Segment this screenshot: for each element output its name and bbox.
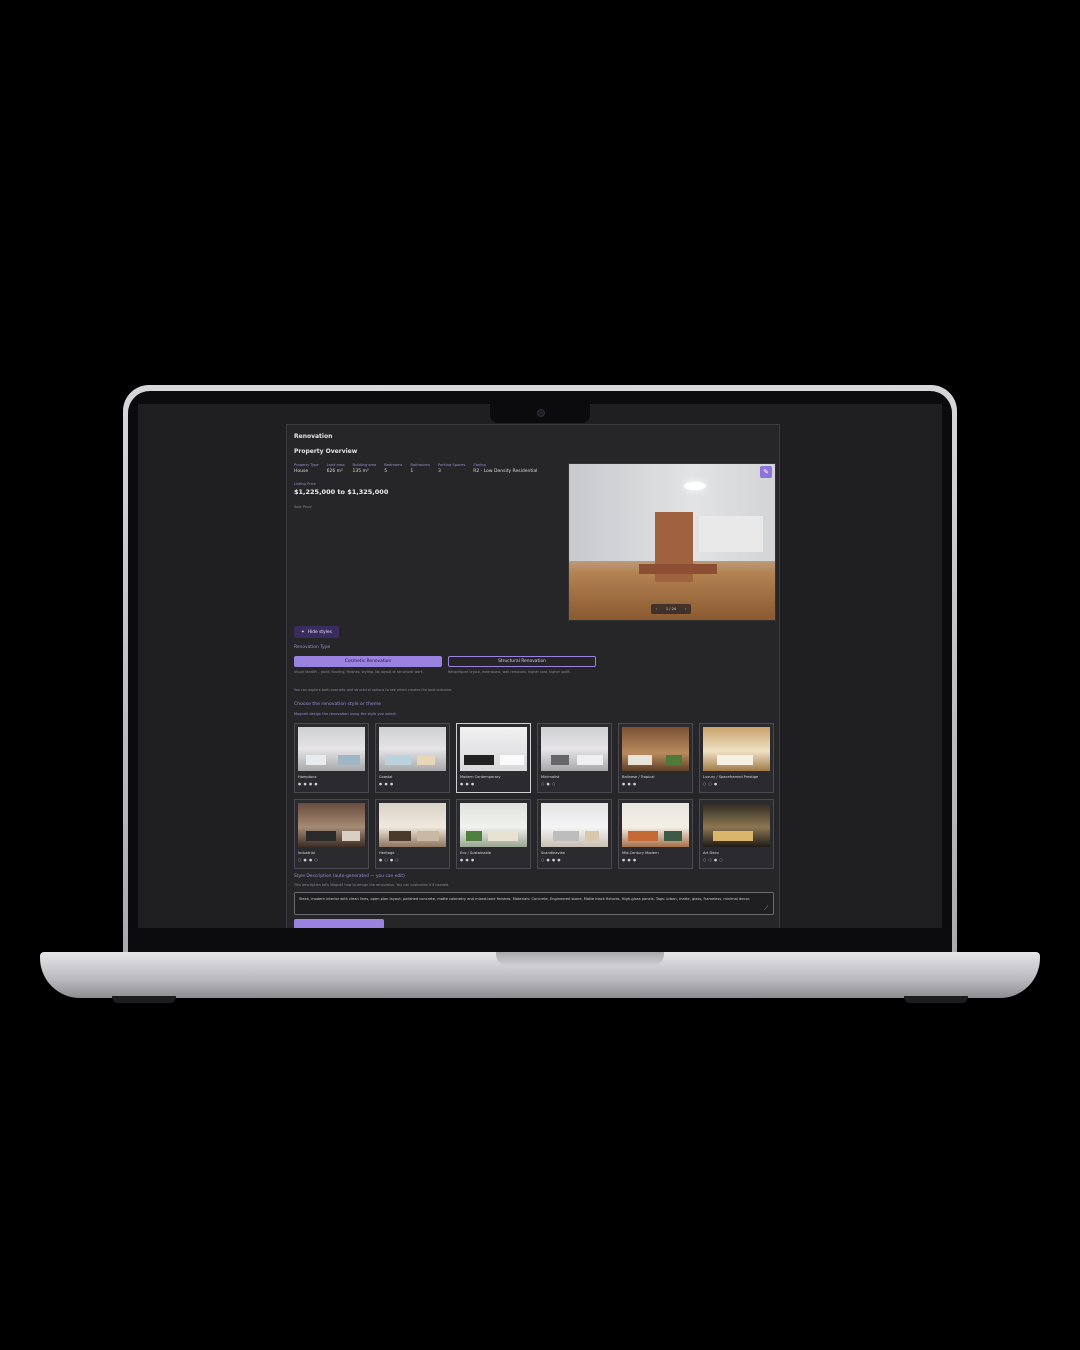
style-description-title: Style Description (auto-generated — you … xyxy=(294,874,405,879)
photo-pager[interactable]: ‹ 1 / 24 › xyxy=(651,604,691,614)
hide-styles-button[interactable]: ✦ Hide styles xyxy=(294,626,339,638)
structural-renovation-button[interactable]: Structural Renovation xyxy=(448,656,596,667)
style-card-scandinavian[interactable]: Scandinavian ○ ● ● ● xyxy=(537,799,612,869)
overview-title: Property Overview xyxy=(294,448,358,455)
style-thumbnail xyxy=(622,727,689,771)
laptop-chin xyxy=(128,928,952,953)
fact-bathrooms: Bathrooms 1 xyxy=(410,463,430,474)
style-card-heritage[interactable]: Heritage ● ○ ● ○ xyxy=(375,799,450,869)
choose-style-title: Choose the renovation style or theme xyxy=(294,702,382,707)
cosmetic-renovation-button[interactable]: Cosmetic Renovation xyxy=(294,656,442,667)
pager-count: 1 / 24 xyxy=(665,607,677,611)
structural-description: Reconfigure layout, extensions, wall rem… xyxy=(448,670,571,674)
style-description-subtitle: This description tells Magnell how to de… xyxy=(294,883,450,887)
style-card-balinese-tropical[interactable]: Balinese / Tropical ● ● ● xyxy=(618,723,693,793)
fact-parking: Parking Spaces 3 xyxy=(437,463,466,474)
laptop-foot-right xyxy=(904,996,968,1003)
style-thumbnail xyxy=(541,803,608,847)
style-thumbnail xyxy=(541,727,608,771)
sale-price-label: Sale Price xyxy=(294,505,312,509)
style-card-hamptons[interactable]: Hamptons ● ● ● ● xyxy=(294,723,369,793)
sparkle-icon: ✦ xyxy=(301,629,305,635)
renovation-panel: Renovation Property Overview Property Ty… xyxy=(286,424,780,928)
style-card-luxury-prestige[interactable]: Luxury / Spaceframed Prestige ○ ○ ● xyxy=(699,723,774,793)
prev-arrow-icon[interactable]: ‹ xyxy=(655,607,656,611)
laptop-foot-left xyxy=(112,996,176,1003)
cosmetic-description: Visual facelift – paint, flooring, finis… xyxy=(294,670,424,674)
style-thumbnail xyxy=(622,803,689,847)
screen: Renovation Property Overview Property Ty… xyxy=(138,404,942,928)
style-card-mid-century-modern[interactable]: Mid-Century Modern ● ● ● xyxy=(618,799,693,869)
style-description-input[interactable]: Sleek, modern interior with clean lines,… xyxy=(294,892,774,915)
listing-price-label: Listing Price xyxy=(294,482,316,486)
fact-property-type: Property Type House xyxy=(294,463,319,474)
style-card-minimalist[interactable]: Minimalist ○ ● ○ xyxy=(537,723,612,793)
laptop-base xyxy=(40,952,1040,998)
style-card-industrial[interactable]: Industrial ○ ● ● ○ xyxy=(294,799,369,869)
style-thumbnail xyxy=(379,803,446,847)
next-arrow-icon[interactable]: › xyxy=(685,607,686,611)
camera-notch xyxy=(490,403,590,423)
style-thumbnail xyxy=(703,803,770,847)
listing-price: $1,225,000 to $1,325,000 xyxy=(294,488,389,496)
app-title: Renovation xyxy=(294,433,333,440)
style-thumbnail xyxy=(298,727,365,771)
style-card-eco-sustainable[interactable]: Eco / Sustainable ● ● ● xyxy=(456,799,531,869)
style-thumbnail xyxy=(379,727,446,771)
trackpad-notch xyxy=(496,952,664,966)
generate-button[interactable] xyxy=(294,919,384,928)
renovation-note: You can explore both cosmetic and struct… xyxy=(294,688,453,692)
fact-building-area: Building area 135 m² xyxy=(352,463,377,474)
renovation-type-label: Renovation Type xyxy=(294,645,331,650)
style-card-modern-contemporary[interactable]: Modern Contemporary ● ● ● xyxy=(456,723,531,793)
style-thumbnail xyxy=(460,803,527,847)
pencil-icon[interactable]: ✎ xyxy=(760,466,772,478)
fact-zoning: Zoning R2 - Low Density Residential xyxy=(473,463,538,474)
style-grid: Hamptons ● ● ● ● Coastal ● ● ● Modern Cont… xyxy=(294,723,774,869)
style-thumbnail xyxy=(298,803,365,847)
property-photo[interactable] xyxy=(568,463,776,621)
resize-handle-icon[interactable]: ⟋ xyxy=(764,905,768,913)
property-facts: Property Type House Land area 626 m² Build… xyxy=(294,463,537,474)
style-card-art-deco[interactable]: Art Deco ○ ○ ● ○ xyxy=(699,799,774,869)
camera-icon xyxy=(537,409,545,417)
fact-land-area: Land area 626 m² xyxy=(326,463,345,474)
style-thumbnail xyxy=(703,727,770,771)
fact-bedrooms: Bedrooms 5 xyxy=(384,463,403,474)
style-thumbnail xyxy=(460,727,527,771)
choose-style-subtitle: Magnell design the renovation using the … xyxy=(294,712,397,716)
style-card-coastal[interactable]: Coastal ● ● ● xyxy=(375,723,450,793)
